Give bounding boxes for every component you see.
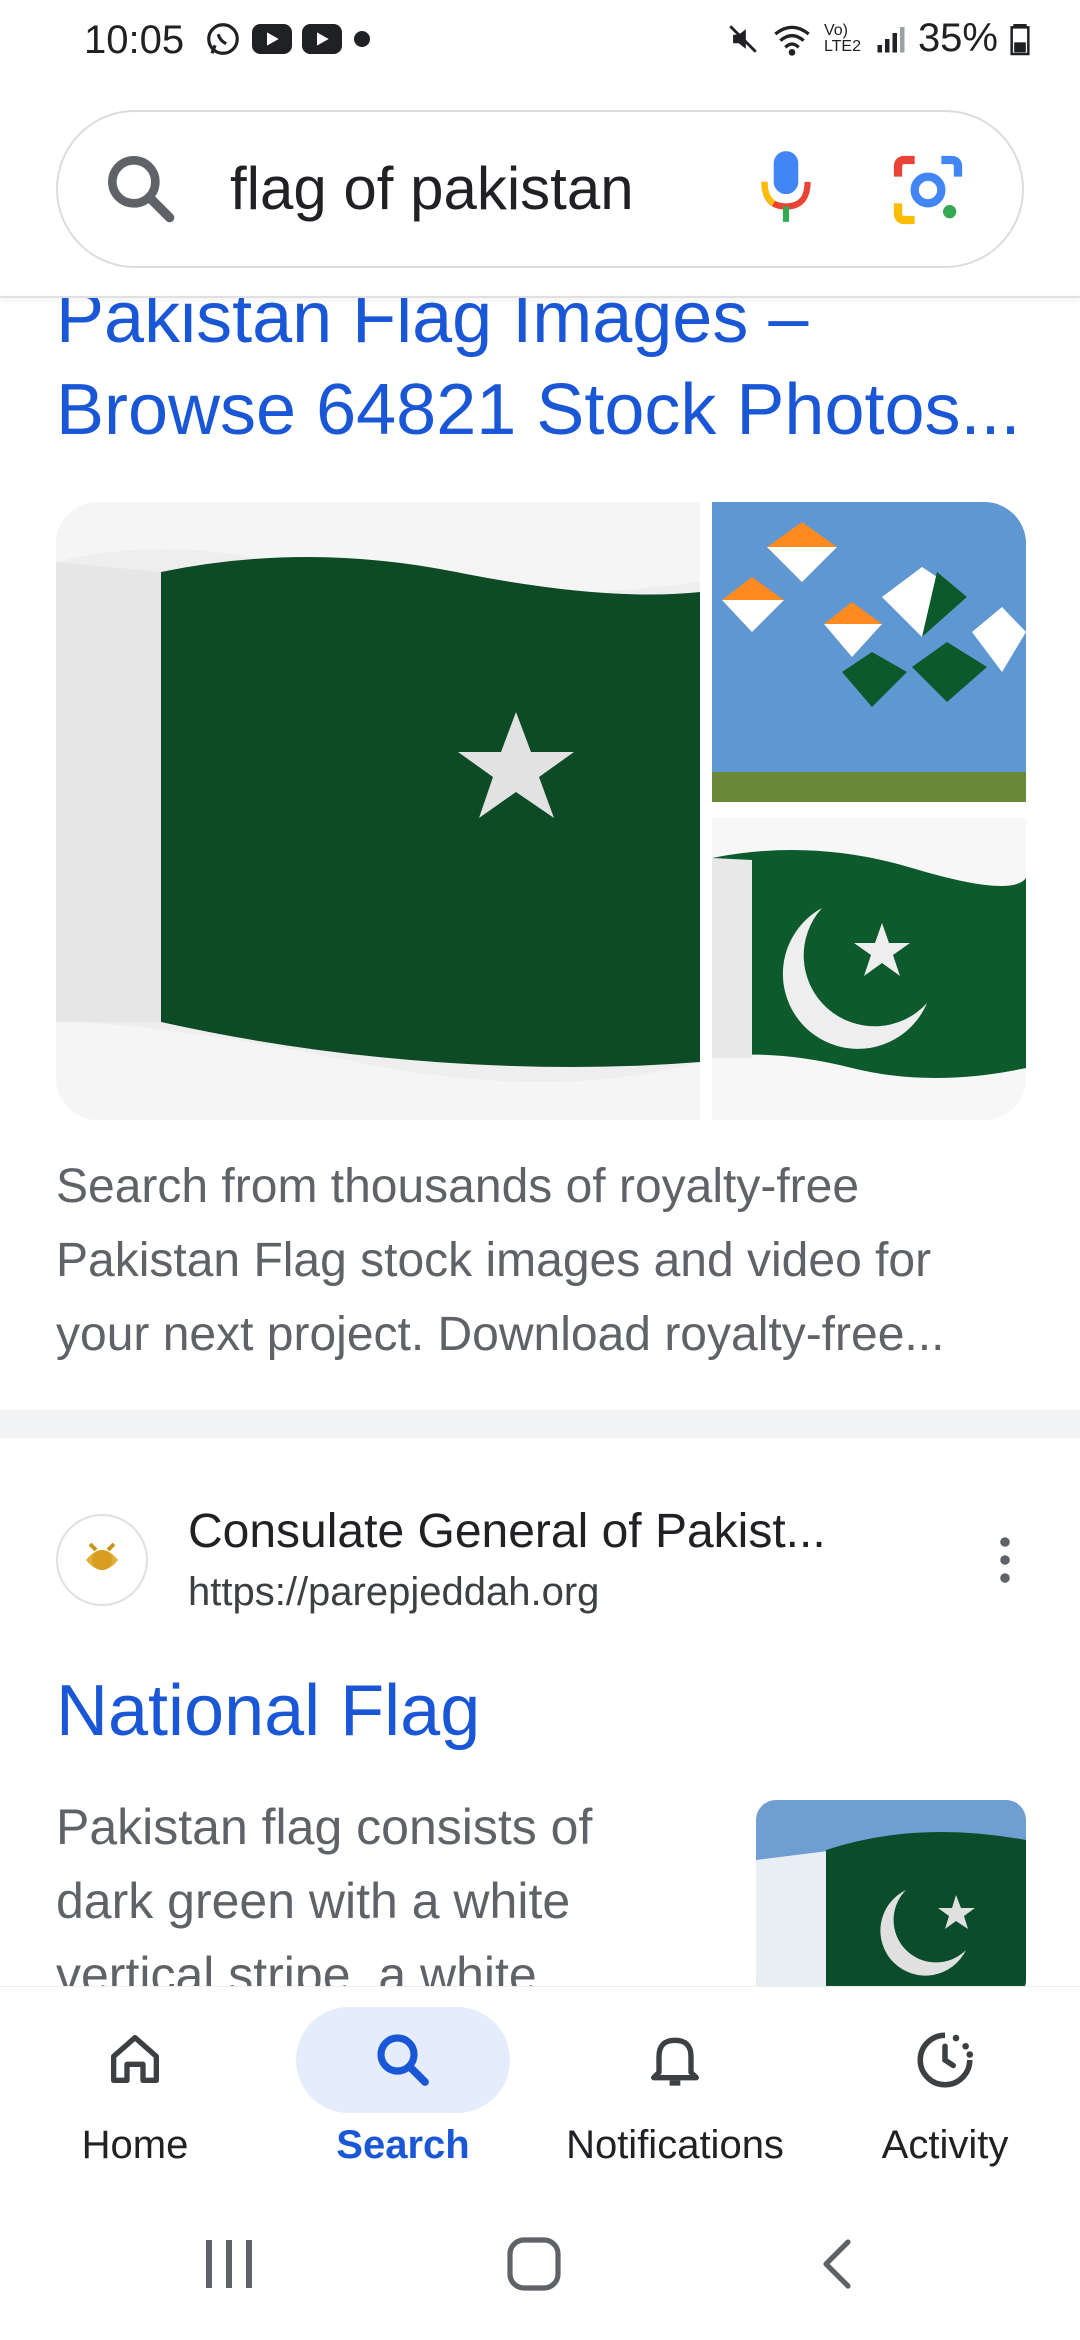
site-name[interactable]: Consulate General of Pakist... bbox=[188, 1504, 888, 1559]
nav-search[interactable]: Search bbox=[268, 1987, 538, 2191]
google-lens-icon[interactable] bbox=[888, 150, 968, 230]
result-title-line[interactable]: Pakistan Flag Images – bbox=[56, 298, 1036, 364]
kites-image[interactable] bbox=[712, 502, 1026, 802]
search-bar[interactable]: flag of pakistan bbox=[56, 110, 1024, 268]
battery-percent: 35% bbox=[917, 16, 998, 60]
nav-label: Search bbox=[336, 2123, 470, 2167]
recent-apps-icon[interactable] bbox=[200, 2236, 260, 2292]
result-snippet: Pakistan flag consists of dark green wit… bbox=[56, 1799, 593, 2003]
site-url[interactable]: https://parepjeddah.org bbox=[188, 1570, 599, 1615]
bottom-navigation: Home Search Notifications Activity bbox=[0, 1986, 1080, 2191]
network-label: Vo) LTE2 bbox=[823, 21, 861, 55]
signal-icon bbox=[877, 26, 905, 52]
nav-home[interactable]: Home bbox=[0, 1987, 270, 2191]
search-input[interactable]: flag of pakistan bbox=[230, 154, 634, 223]
system-status: Vo) LTE2 35% bbox=[726, 16, 1030, 61]
home-icon bbox=[111, 2035, 159, 2083]
result-title-line[interactable]: Browse 64821 Stock Photos... bbox=[56, 364, 1036, 448]
image-grid bbox=[56, 502, 1026, 1120]
notification-icons bbox=[204, 20, 372, 58]
nav-activity[interactable]: Activity bbox=[810, 1987, 1080, 2191]
youtube-icon bbox=[252, 24, 292, 54]
result-title-link[interactable]: Pakistan Flag Images – Browse 64821 Stoc… bbox=[56, 298, 1036, 448]
nav-label: Activity bbox=[881, 2123, 1009, 2167]
mute-icon bbox=[729, 24, 757, 53]
back-icon[interactable] bbox=[816, 2236, 856, 2292]
status-time: 10:05 bbox=[84, 18, 185, 62]
status-bar: 10:05 Vo) LTE2 35% bbox=[0, 0, 1080, 84]
result-title-link[interactable]: National Flag bbox=[56, 1670, 480, 1752]
result-thumbnail[interactable] bbox=[756, 1800, 1026, 2000]
nav-label: Notifications bbox=[566, 2123, 784, 2167]
search-icon[interactable] bbox=[98, 146, 184, 232]
nav-notifications[interactable]: Notifications bbox=[540, 1987, 810, 2191]
battery-icon bbox=[1010, 23, 1030, 55]
microphone-icon[interactable] bbox=[748, 148, 824, 228]
pakistan-flag-image-large[interactable] bbox=[56, 502, 700, 1120]
system-navigation-bar bbox=[0, 2190, 1080, 2340]
result-snippet: Search from thousands of royalty-free Pa… bbox=[56, 1160, 945, 1361]
more-options-icon[interactable] bbox=[990, 1536, 1020, 1584]
bell-icon bbox=[651, 2037, 699, 2086]
nav-label: Home bbox=[81, 2123, 189, 2167]
site-favicon[interactable] bbox=[56, 1514, 148, 1606]
result-separator bbox=[0, 1410, 1080, 1438]
home-button-icon[interactable] bbox=[504, 2234, 564, 2294]
pakistan-flag-image-small[interactable] bbox=[712, 818, 1026, 1120]
search-icon bbox=[377, 2034, 429, 2086]
dot-icon bbox=[354, 31, 370, 47]
wifi-icon bbox=[774, 25, 810, 56]
youtube-icon bbox=[302, 24, 342, 54]
activity-icon bbox=[917, 2032, 974, 2088]
whatsapp-icon bbox=[207, 23, 239, 55]
